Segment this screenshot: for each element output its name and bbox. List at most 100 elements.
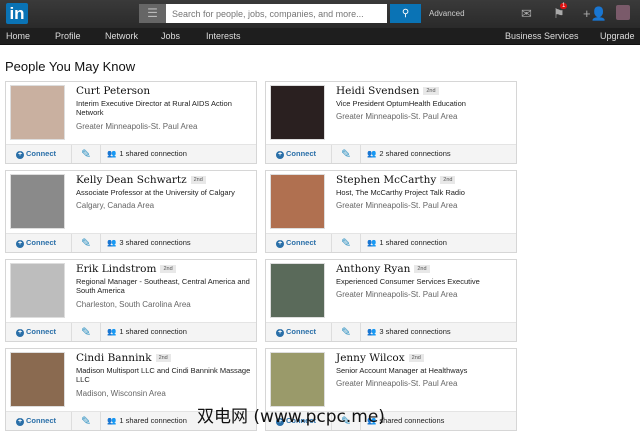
shared-connections-text: 3 shared connections	[379, 327, 451, 336]
person-name[interactable]: Curt Peterson	[76, 85, 150, 97]
add-connections-icon[interactable]: +👤	[583, 6, 607, 22]
search-button[interactable]: ⚲	[390, 4, 421, 23]
person-location: Greater Minneapolis-St. Paul Area	[336, 290, 458, 299]
shared-connections-link[interactable]: 👥 1 shared connection	[107, 149, 187, 158]
card-footer: + Connect ✎ 👥 3 shared connections	[266, 322, 516, 341]
person-headline: Host, The McCarthy Project Talk Radio	[336, 188, 465, 197]
shared-connections-link[interactable]: 👥 2 shared connections	[367, 149, 451, 158]
person-location: Madison, Wisconsin Area	[76, 389, 166, 398]
connect-button[interactable]: + Connect	[276, 327, 316, 337]
plus-icon: +	[276, 151, 284, 159]
profile-photo[interactable]	[270, 174, 325, 229]
profile-photo[interactable]	[10, 174, 65, 229]
messages-icon[interactable]: ✉	[521, 6, 532, 22]
linkedin-logo[interactable]: in	[6, 3, 28, 24]
person-name[interactable]: Kelly Dean Schwartz	[76, 174, 187, 186]
nav-home[interactable]: Home	[6, 31, 30, 41]
people-icon: 👥	[367, 238, 377, 247]
person-location: Greater Minneapolis-St. Paul Area	[336, 379, 458, 388]
connect-button[interactable]: + Connect	[276, 149, 316, 159]
connect-button[interactable]: + Connect	[16, 416, 56, 426]
shared-connections-text: 3 shared connections	[119, 238, 191, 247]
page-title: People You May Know	[5, 59, 136, 74]
compose-message-icon[interactable]: ✎	[71, 412, 101, 430]
person-headline: Regional Manager - Southeast, Central Am…	[76, 277, 250, 295]
person-name[interactable]: Anthony Ryan	[336, 263, 410, 275]
person-headline: Associate Professor at the University of…	[76, 188, 235, 197]
people-icon: 👥	[107, 416, 117, 425]
profile-photo[interactable]	[270, 85, 325, 140]
person-card: Stephen McCarthy 2nd Host, The McCarthy P…	[265, 170, 517, 253]
person-card: Erik Lindstrom 2nd Regional Manager - Sou…	[5, 259, 257, 342]
compose-message-icon[interactable]: ✎	[71, 323, 101, 341]
compose-message-icon[interactable]: ✎	[71, 234, 101, 252]
person-headline: Experienced Consumer Services Executive	[336, 277, 480, 286]
degree-badge: 2nd	[190, 176, 206, 184]
plus-icon: +	[16, 418, 24, 426]
nav-jobs[interactable]: Jobs	[161, 31, 180, 41]
people-icon: 👥	[107, 149, 117, 158]
connect-button[interactable]: + Connect	[16, 149, 56, 159]
people-icon: 👥	[107, 327, 117, 336]
degree-badge: 2nd	[440, 176, 456, 184]
plus-icon: +	[16, 151, 24, 159]
nav-profile[interactable]: Profile	[55, 31, 81, 41]
degree-badge: 2nd	[414, 265, 430, 273]
compose-message-icon[interactable]: ✎	[331, 323, 361, 341]
person-name[interactable]: Heidi Svendsen	[336, 85, 419, 97]
connect-button[interactable]: + Connect	[16, 327, 56, 337]
connect-label: Connect	[286, 238, 316, 247]
avatar[interactable]	[616, 5, 630, 20]
shared-connections-link[interactable]: 👥 1 shared connection	[367, 238, 447, 247]
shared-connections-link[interactable]: 👥 1 shared connection	[107, 327, 187, 336]
compose-message-icon[interactable]: ✎	[71, 145, 101, 163]
card-footer: + Connect ✎ 👥 1 shared connection	[266, 233, 516, 252]
person-headline: Interim Executive Director at Rural AIDS…	[76, 99, 232, 117]
profile-photo[interactable]	[270, 352, 325, 407]
shared-connections-link[interactable]: 👥 3 shared connections	[367, 327, 451, 336]
watermark: 双电网 (www.pcpc.me)	[197, 407, 385, 427]
person-name[interactable]: Stephen McCarthy	[336, 174, 436, 186]
nav-upgrade[interactable]: Upgrade	[600, 31, 635, 41]
person-card: Heidi Svendsen 2nd Vice President OptumHe…	[265, 81, 517, 164]
person-headline: Madison Multisport LLC and Cindi Bannink…	[76, 366, 251, 384]
search-input[interactable]	[166, 4, 387, 23]
profile-photo[interactable]	[10, 85, 65, 140]
person-card: Curt Peterson Interim Executive Director…	[5, 81, 257, 164]
plus-icon: +	[276, 240, 284, 248]
shared-connections-link[interactable]: 👥 1 shared connection	[107, 416, 187, 425]
profile-photo[interactable]	[10, 263, 65, 318]
shared-connections-link[interactable]: 👥 3 shared connections	[107, 238, 191, 247]
main-nav: Home Profile Network Jobs Interests Busi…	[0, 28, 640, 45]
nav-business-services[interactable]: Business Services	[505, 31, 579, 41]
card-footer: + Connect ✎ 👥 3 shared connections	[6, 233, 256, 252]
person-name[interactable]: Cindi Bannink	[76, 352, 152, 364]
card-footer: + Connect ✎ 👥 1 shared connection	[6, 144, 256, 163]
advanced-search-link[interactable]: Advanced	[429, 9, 465, 18]
search-category-menu[interactable]: ☰	[139, 4, 166, 23]
person-location: Greater Minneapolis-St. Paul Area	[76, 122, 198, 131]
plus-icon: +	[16, 240, 24, 248]
profile-photo[interactable]	[270, 263, 325, 318]
nav-interests[interactable]: Interests	[206, 31, 241, 41]
person-card: Anthony Ryan 2nd Experienced Consumer Ser…	[265, 259, 517, 342]
degree-badge: 2nd	[160, 265, 176, 273]
connect-label: Connect	[26, 327, 56, 336]
nav-network[interactable]: Network	[105, 31, 138, 41]
person-name[interactable]: Jenny Wilcox	[336, 352, 405, 364]
connect-button[interactable]: + Connect	[16, 238, 56, 248]
compose-message-icon[interactable]: ✎	[331, 234, 361, 252]
degree-badge: 2nd	[155, 354, 171, 362]
degree-badge: 2nd	[423, 87, 439, 95]
compose-message-icon[interactable]: ✎	[331, 145, 361, 163]
card-footer: + Connect ✎ 👥 1 shared connection	[6, 322, 256, 341]
shared-connections-text: 1 shared connection	[119, 149, 187, 158]
connect-label: Connect	[26, 416, 56, 425]
shared-connections-text: 1 shared connection	[119, 327, 187, 336]
connect-label: Connect	[26, 238, 56, 247]
profile-photo[interactable]	[10, 352, 65, 407]
person-name[interactable]: Erik Lindstrom	[76, 263, 156, 275]
shared-connections-text: 2 shared connections	[379, 149, 451, 158]
connect-button[interactable]: + Connect	[276, 238, 316, 248]
connect-label: Connect	[26, 149, 56, 158]
